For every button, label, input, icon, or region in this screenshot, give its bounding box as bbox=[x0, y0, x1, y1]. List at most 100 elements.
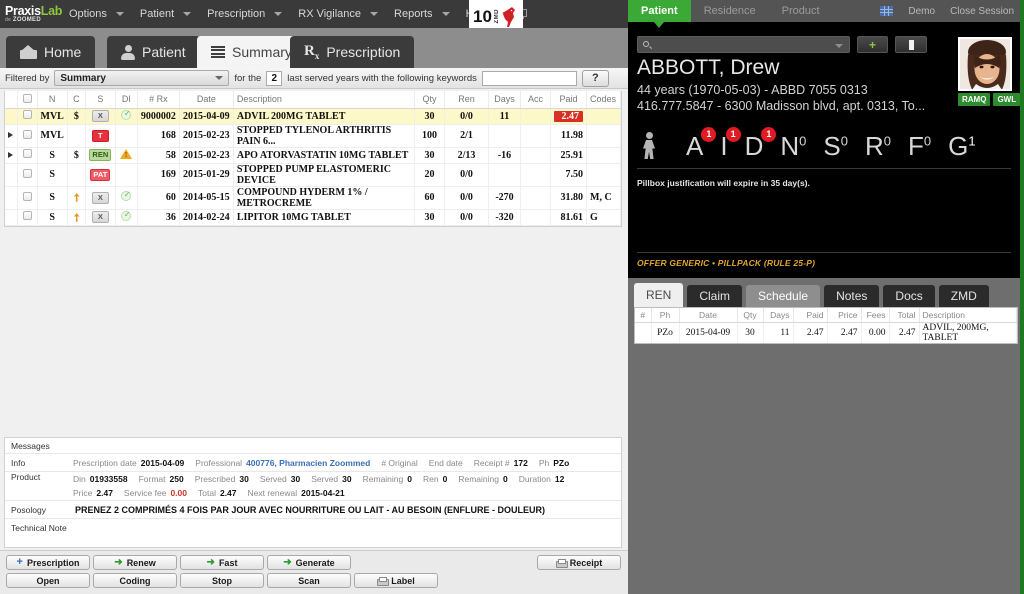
menu-item-rx-vigilance[interactable]: RX Vigilance bbox=[288, 0, 384, 28]
lower-tab-claim[interactable]: Claim bbox=[687, 285, 742, 307]
help-button[interactable]: ? bbox=[582, 70, 609, 87]
row-expander[interactable] bbox=[5, 209, 17, 225]
generate-button[interactable]: ➜Generate bbox=[267, 555, 351, 570]
prescription-button[interactable]: +Prescription bbox=[6, 555, 90, 570]
table-row[interactable]: PZo2015-04-0930112.472.470.002.47ADVIL, … bbox=[635, 322, 1017, 343]
demo-link[interactable]: Demo bbox=[908, 6, 935, 17]
posology-row: Posology PRENEZ 2 COMPRIMÉS 4 FOIS PAR J… bbox=[5, 501, 621, 519]
fast-button[interactable]: ➜Fast bbox=[180, 555, 264, 570]
stop-button[interactable]: Stop bbox=[180, 573, 264, 588]
lower-tab-schedule[interactable]: Schedule bbox=[746, 285, 820, 307]
patient-name: ABBOTT, Drew bbox=[637, 56, 779, 80]
menu-item-patient[interactable]: Patient bbox=[130, 0, 197, 28]
alert-letter-I[interactable]: I1 bbox=[720, 131, 727, 162]
alert-letter-G[interactable]: G1 bbox=[948, 131, 975, 162]
alert-letter-D[interactable]: D1 bbox=[745, 131, 764, 162]
table-row[interactable]: S➚X362014-02-24LIPITOR 10MG TABLET300/0-… bbox=[5, 209, 621, 225]
cell-description: STOPPED TYLENOL ARTHRITIS PAIN 6... bbox=[233, 124, 414, 147]
lower-tab-notes[interactable]: Notes bbox=[824, 285, 879, 307]
lower-tab-docs[interactable]: Docs bbox=[883, 285, 934, 307]
field-label: Din bbox=[73, 474, 86, 484]
row-checkbox[interactable] bbox=[17, 209, 37, 225]
field-value: 12 bbox=[555, 474, 564, 484]
alert-letter-N[interactable]: N0 bbox=[780, 131, 806, 162]
menu-item-options[interactable]: Options bbox=[59, 0, 130, 28]
menu-item-prescription[interactable]: Prescription bbox=[197, 0, 288, 28]
keywords-input[interactable] bbox=[482, 71, 577, 86]
green-arrow-icon: ➜ bbox=[114, 558, 122, 567]
tab-home[interactable]: Home bbox=[6, 36, 95, 68]
years-input[interactable]: 2 bbox=[266, 71, 282, 86]
cell-rx-number: 58 bbox=[137, 147, 179, 163]
table-row[interactable]: S➚X602014-05-15COMPOUND HYDERM 1% / METR… bbox=[5, 186, 621, 209]
row-checkbox[interactable] bbox=[17, 163, 37, 186]
alert-letter-A[interactable]: A1 bbox=[686, 131, 703, 162]
menu-item-reports[interactable]: Reports bbox=[384, 0, 456, 28]
lcol-paid: Paid bbox=[793, 308, 827, 322]
alert-letters-row: A1 I1 D1 N0 S0 R0 F0 G1 bbox=[637, 125, 1015, 167]
table-row[interactable]: S$REN582015-02-23APO ATORVASTATIN 10MG T… bbox=[5, 147, 621, 163]
row-expander[interactable] bbox=[5, 186, 17, 209]
row-expander[interactable] bbox=[5, 124, 17, 147]
lower-tab-ren[interactable]: REN bbox=[634, 283, 683, 307]
alert-letter-F[interactable]: F0 bbox=[908, 131, 931, 162]
renew-button[interactable]: ➜ Renew bbox=[93, 555, 177, 570]
info-row: Info Prescription date2015-04-09Professi… bbox=[5, 454, 621, 472]
cell-rx-number: 36 bbox=[137, 209, 179, 225]
filter-select[interactable]: Summary bbox=[54, 70, 229, 86]
field-value: 2015-04-21 bbox=[301, 488, 344, 498]
field-label: Served bbox=[260, 474, 287, 484]
panel-tab-residence[interactable]: Residence bbox=[691, 0, 769, 22]
row-checkbox[interactable] bbox=[17, 108, 37, 124]
card-button[interactable] bbox=[895, 36, 927, 53]
lcell-date: 2015-04-09 bbox=[679, 322, 737, 343]
row-checkbox[interactable] bbox=[17, 147, 37, 163]
add-patient-button[interactable]: + bbox=[857, 36, 889, 53]
table-row[interactable]: MVL$X90000022015-04-09ADVIL 200MG TABLET… bbox=[5, 108, 621, 124]
insurance-badges: RAMQ GWL bbox=[958, 93, 1020, 106]
row-checkbox[interactable] bbox=[17, 124, 37, 147]
scan-button[interactable]: Scan bbox=[267, 573, 351, 588]
insurance-badge-ramq[interactable]: RAMQ bbox=[958, 93, 990, 106]
lcell-fees: 0.00 bbox=[861, 322, 889, 343]
tab-label: Residence bbox=[704, 5, 756, 17]
patient-avatar[interactable] bbox=[958, 37, 1012, 91]
tab-label: Summary bbox=[232, 44, 292, 60]
select-all-checkbox[interactable] bbox=[23, 94, 32, 103]
field-duration: Duration12 bbox=[519, 474, 565, 484]
panel-tab-patient[interactable]: Patient bbox=[628, 0, 691, 22]
alert-letter-R[interactable]: R0 bbox=[865, 131, 891, 162]
filtered-by-label: Filtered by bbox=[5, 73, 49, 84]
open-button[interactable]: Open bbox=[6, 573, 90, 588]
patient-search-input[interactable] bbox=[637, 36, 850, 53]
posology-text: PRENEZ 2 COMPRIMÉS 4 FOIS PAR JOUR AVEC … bbox=[73, 505, 545, 515]
info-fields: Prescription date2015-04-09Professional4… bbox=[73, 456, 621, 470]
close-session-link[interactable]: Close Session bbox=[950, 6, 1014, 17]
grid-icon[interactable] bbox=[880, 6, 893, 16]
cell-codes: M, C bbox=[587, 186, 621, 209]
tab-patient[interactable]: Patient bbox=[107, 36, 200, 68]
alert-letter-S[interactable]: S0 bbox=[823, 131, 848, 162]
col-paid: Paid bbox=[551, 91, 587, 108]
lower-tab-zmd[interactable]: ZMD bbox=[939, 285, 989, 307]
posology-label: Posology bbox=[5, 505, 73, 515]
table-row[interactable]: SPAT1692015-01-29STOPPED PUMP ELASTOMERI… bbox=[5, 163, 621, 186]
col-date: Date bbox=[179, 91, 233, 108]
receipt-button[interactable]: Receipt bbox=[537, 555, 621, 570]
row-checkbox[interactable] bbox=[17, 186, 37, 209]
field-served: Served30 bbox=[311, 474, 351, 484]
table-row[interactable]: MVLT1682015-02-23STOPPED TYLENOL ARTHRIT… bbox=[5, 124, 621, 147]
field-value: 250 bbox=[170, 474, 184, 484]
button-label: Renew bbox=[127, 558, 156, 568]
row-expander[interactable] bbox=[5, 147, 17, 163]
row-expander[interactable] bbox=[5, 108, 17, 124]
panel-tab-product[interactable]: Product bbox=[769, 0, 833, 22]
row-expander[interactable] bbox=[5, 163, 17, 186]
coding-button[interactable]: Coding bbox=[93, 573, 177, 588]
field-label: Format bbox=[139, 474, 166, 484]
button-label: Fast bbox=[219, 558, 238, 568]
lcol-fees: Fees bbox=[861, 308, 889, 322]
tab-prescription[interactable]: Rx Prescription bbox=[290, 36, 414, 68]
insurance-badge-gwl[interactable]: GWL bbox=[993, 93, 1020, 106]
label-button[interactable]: Label bbox=[354, 573, 438, 588]
